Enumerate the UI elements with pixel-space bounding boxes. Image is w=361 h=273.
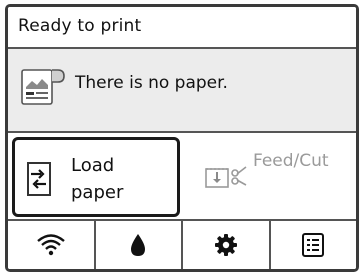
load-paper-label-line1: Load [71, 155, 115, 176]
printer-status-text: Ready to print [18, 16, 142, 36]
nav-ink-button[interactable] [95, 221, 183, 269]
gear-icon [214, 233, 238, 257]
message-panel[interactable]: There is no paper. [8, 49, 356, 133]
paper-media-icon [18, 67, 74, 107]
load-paper-label-line2: paper [71, 182, 124, 203]
feed-cut-button[interactable]: Feed/Cut [192, 137, 352, 215]
load-paper-label: Load paper [71, 152, 123, 206]
load-paper-button[interactable]: Load paper [12, 137, 180, 217]
load-paper-icon [26, 161, 54, 197]
printer-control-panel: Ready to print There is no paper. Load p… [5, 4, 359, 272]
nav-menu-button[interactable] [270, 221, 356, 269]
no-paper-message: There is no paper. [75, 73, 228, 93]
ink-drop-icon [129, 233, 147, 257]
action-button-row: Load paper Feed/Cut [8, 133, 356, 221]
feed-cut-icon [204, 155, 252, 193]
nav-settings-button[interactable] [183, 221, 271, 269]
status-bar: Ready to print [8, 7, 356, 49]
feed-cut-label: Feed/Cut [253, 151, 329, 171]
wifi-icon [36, 233, 66, 257]
nav-wifi-button[interactable] [8, 221, 96, 269]
list-icon [302, 233, 325, 257]
bottom-nav-bar [8, 221, 356, 269]
